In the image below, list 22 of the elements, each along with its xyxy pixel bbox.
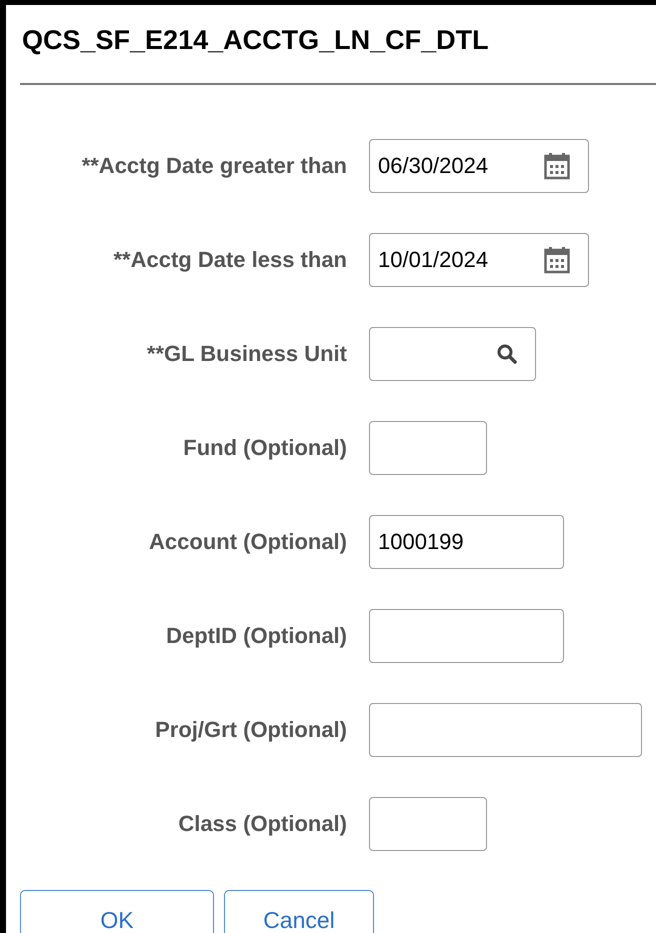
field-label: Proj/Grt (Optional): [154, 717, 347, 743]
input-field[interactable]: 10/01/2024: [369, 233, 589, 287]
input-field[interactable]: [369, 797, 487, 851]
field-label: **Acctg Date less than: [112, 247, 347, 273]
input-field[interactable]: 06/30/2024: [369, 139, 589, 193]
input-field[interactable]: [369, 609, 564, 663]
input-field[interactable]: 1000199: [369, 515, 564, 569]
calendar-icon[interactable]: [544, 246, 570, 274]
field-label: DeptID (Optional): [165, 623, 347, 649]
input-field[interactable]: [369, 703, 642, 757]
cancel-button[interactable]: Cancel: [224, 890, 374, 933]
field-label: **GL Business Unit: [146, 341, 347, 367]
search-icon[interactable]: [497, 344, 517, 364]
field-label: Account (Optional): [148, 529, 347, 555]
ok-button[interactable]: OK: [20, 890, 214, 933]
calendar-icon[interactable]: [544, 152, 570, 180]
input-field[interactable]: [369, 327, 536, 381]
field-label: Class (Optional): [177, 811, 347, 837]
input-field[interactable]: [369, 421, 487, 475]
page-title: QCS_SF_E214_ACCTG_LN_CF_DTL: [21, 24, 490, 57]
field-label: **Acctg Date greater than: [80, 153, 347, 179]
field-label: Fund (Optional): [182, 435, 347, 461]
